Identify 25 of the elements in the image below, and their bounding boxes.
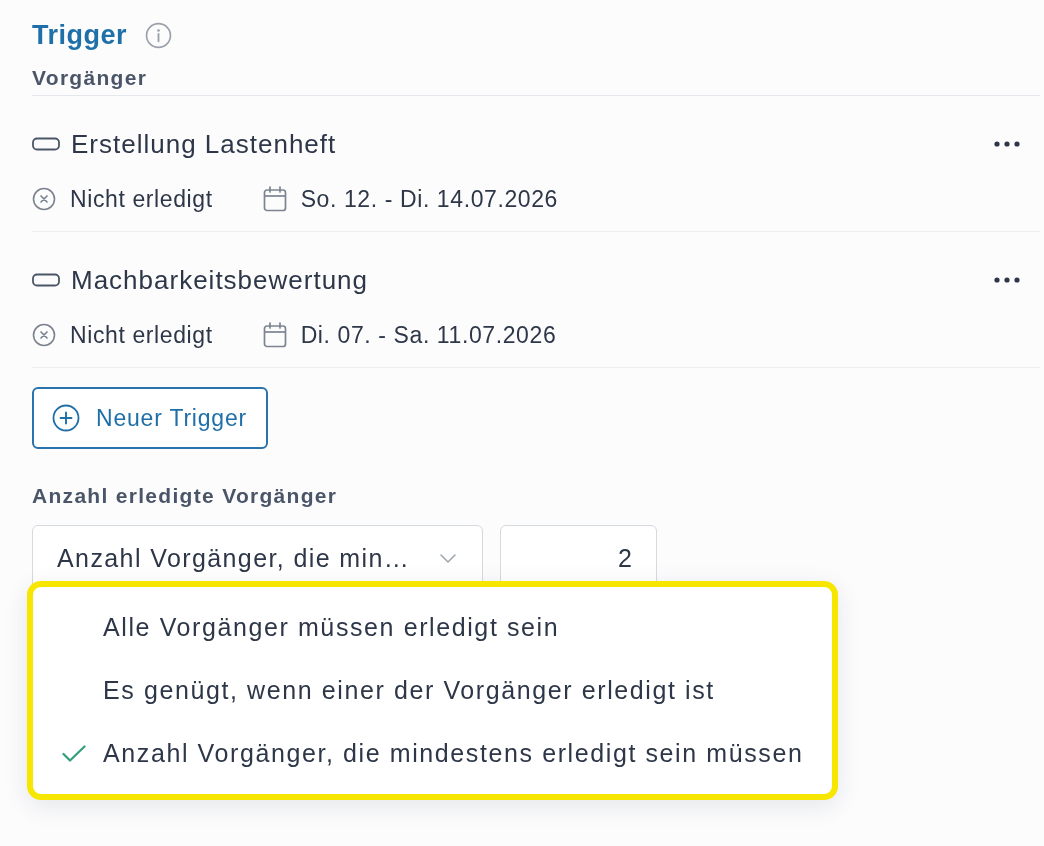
dropdown-option[interactable]: Es genügt, wenn einer der Vorgänger erledigt ist: [33, 659, 832, 722]
more-icon[interactable]: [994, 141, 1020, 147]
dropdown-option[interactable]: Anzahl Vorgänger, die mindestens erledigt sein müssen: [33, 722, 832, 785]
section-title: Trigger: [32, 19, 128, 51]
subsection-heading: Vorgänger: [32, 66, 1040, 96]
predecessor-name[interactable]: Machbarkeitsbewertung: [71, 264, 369, 296]
option-label: Es genügt, wenn einer der Vorgänger erledigt ist: [103, 676, 715, 705]
option-label: Anzahl Vorgänger, die mindestens erledigt sein müssen: [103, 739, 804, 768]
option-label: Alle Vorgänger müssen erledigt sein: [103, 613, 560, 642]
more-icon[interactable]: [994, 277, 1020, 283]
plus-circle-icon: [52, 404, 80, 432]
calendar-icon: [262, 322, 287, 348]
status-text: Nicht erledigt: [70, 185, 213, 213]
date-range: So. 12. - Di. 14.07.2026: [300, 185, 558, 213]
task-icon: [32, 273, 60, 287]
status-text: Nicht erledigt: [70, 321, 213, 349]
select-value: Anzahl Vorgänger, die min…: [57, 543, 411, 573]
chevron-down-icon: [440, 553, 456, 563]
task-icon: [32, 137, 60, 151]
field-label: Anzahl erledigte Vorgänger: [32, 484, 339, 508]
calendar-icon: [262, 186, 287, 212]
predecessor-name[interactable]: Erstellung Lastenheft: [71, 128, 337, 160]
date-range: Di. 07. - Sa. 11.07.2026: [300, 321, 557, 349]
dropdown-option[interactable]: Alle Vorgänger müssen erledigt sein: [33, 596, 832, 659]
new-trigger-button[interactable]: Neuer Trigger: [32, 387, 268, 449]
